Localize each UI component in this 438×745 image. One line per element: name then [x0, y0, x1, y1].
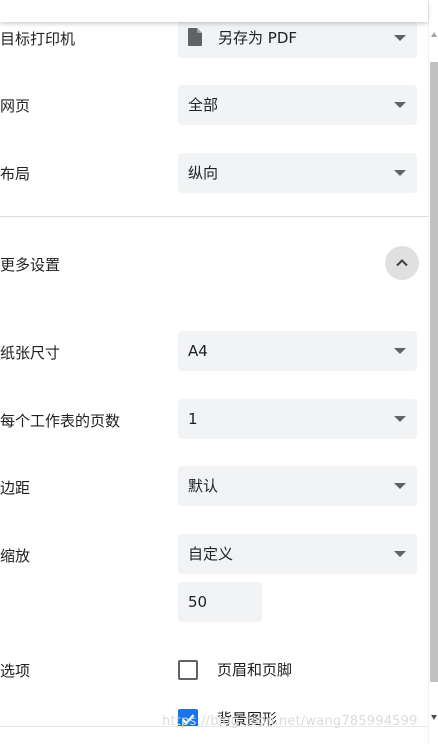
layout-value: 纵向	[188, 164, 219, 182]
scale-select[interactable]: 自定义	[178, 534, 417, 574]
options-label: 选项	[0, 662, 31, 680]
pages-per-sheet-select[interactable]: 1	[178, 399, 417, 439]
pages-select[interactable]: 全部	[178, 85, 417, 125]
chevron-down-icon	[394, 348, 406, 354]
more-settings-toggle-button[interactable]	[385, 246, 419, 280]
margins-select[interactable]: 默认	[178, 466, 417, 506]
section-divider	[0, 216, 428, 217]
chevron-down-icon	[394, 170, 406, 176]
layout-label: 布局	[0, 165, 31, 183]
pages-per-sheet-value: 1	[188, 410, 198, 428]
margins-value: 默认	[188, 477, 219, 495]
paper-size-select[interactable]: A4	[178, 331, 417, 371]
more-settings-label[interactable]: 更多设置	[0, 254, 60, 275]
dialog-top-edge	[0, 0, 428, 22]
pages-label: 网页	[0, 97, 31, 115]
pages-value: 全部	[188, 96, 219, 114]
chevron-down-icon	[394, 102, 406, 108]
scroll-down-arrow-icon[interactable]	[431, 715, 437, 720]
layout-select[interactable]: 纵向	[178, 153, 417, 193]
headers-footers-checkbox[interactable]	[178, 660, 198, 680]
pages-per-sheet-label: 每个工作表的页数	[0, 412, 121, 430]
margins-label: 边距	[0, 479, 31, 497]
scroll-up-arrow-icon[interactable]	[431, 32, 437, 37]
scrollbar-thumb[interactable]	[430, 62, 438, 682]
file-icon	[188, 28, 202, 50]
watermark-text: https://blog.csdn.net/wang785994599	[162, 714, 418, 729]
chevron-down-icon	[394, 416, 406, 422]
chevron-up-icon	[396, 259, 408, 267]
chevron-down-icon	[394, 551, 406, 557]
destination-select[interactable]: 另存为 PDF	[178, 18, 417, 58]
scale-label: 缩放	[0, 547, 31, 565]
chevron-down-icon	[394, 483, 406, 489]
paper-size-value: A4	[188, 342, 208, 360]
paper-size-label: 纸张尺寸	[0, 344, 61, 362]
destination-label: 目标打印机	[0, 30, 76, 48]
scale-value: 自定义	[188, 545, 234, 563]
headers-footers-label: 页眉和页脚	[217, 661, 293, 679]
chevron-down-icon	[394, 35, 406, 41]
destination-value: 另存为 PDF	[218, 29, 297, 47]
scale-custom-input[interactable]: 50	[178, 582, 262, 622]
